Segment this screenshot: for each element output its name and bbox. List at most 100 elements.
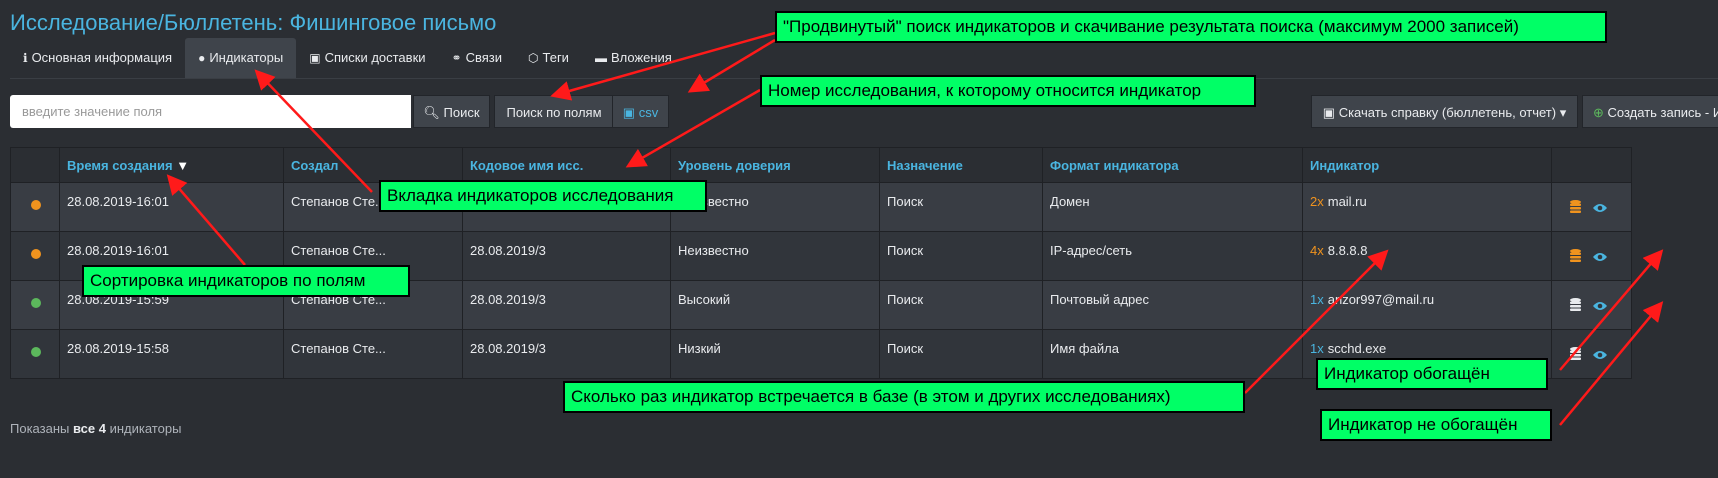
- page-title: Исследование/Бюллетень: Фишинговое письм…: [10, 10, 497, 35]
- search-button[interactable]: 🔍︎ Поиск: [413, 95, 490, 128]
- trust-level-cell: Высокий: [670, 280, 880, 330]
- download-report-button[interactable]: ▣ Скачать справку (бюллетень, отчет) ▾: [1311, 95, 1578, 128]
- eye-icon[interactable]: [1593, 299, 1607, 314]
- actions-column-header: [1551, 147, 1632, 183]
- sort-desc-icon: ▼: [176, 157, 190, 173]
- tab-bar: ℹ Основная информация ● Индикаторы ▣ Списки…: [10, 38, 685, 78]
- occurrence-count[interactable]: 1x: [1310, 292, 1324, 307]
- callout-occurrences: Сколько раз индикатор встречается в базе…: [563, 381, 1245, 413]
- link-icon: ⚭: [451, 51, 462, 65]
- eye-icon[interactable]: [1593, 250, 1607, 265]
- purpose-cell: Поиск: [879, 231, 1043, 281]
- plus-circle-icon: ⊕: [1593, 105, 1608, 120]
- status-cell: [10, 231, 60, 281]
- actions-cell: [1551, 280, 1632, 330]
- status-dot: [31, 249, 41, 259]
- database-not-enriched-icon[interactable]: [1570, 298, 1581, 314]
- callout-enriched: Индикатор обогащён: [1316, 358, 1548, 390]
- column-header-purpose[interactable]: Назначение: [879, 147, 1043, 183]
- tag-icon: ⬡: [528, 51, 539, 65]
- tab-indicators[interactable]: ● Индикаторы: [185, 38, 297, 78]
- column-header-trust-level[interactable]: Уровень доверия: [670, 147, 880, 183]
- trust-level-cell: Неизвестно: [670, 231, 880, 281]
- tab-label: Связи: [465, 50, 503, 65]
- actions-cell: [1551, 329, 1632, 379]
- actions-cell: [1551, 182, 1632, 232]
- caret-down-icon: ▾: [1556, 105, 1567, 120]
- callout-research-number: Номер исследования, к которому относится…: [760, 75, 1256, 107]
- code-name-cell[interactable]: 28.08.2019/3: [462, 231, 671, 281]
- results-summary: Показаны все 4 индикаторы: [10, 421, 182, 436]
- purpose-cell: Поиск: [879, 182, 1043, 232]
- tab-label: Списки доставки: [324, 50, 426, 65]
- tab-label: Основная информация: [31, 50, 173, 65]
- indicator-value[interactable]: anzor997@mail.ru: [1328, 292, 1434, 307]
- callout-not-enriched: Индикатор не обогащён: [1320, 409, 1552, 441]
- indicator-format-cell: Имя файла: [1042, 329, 1303, 379]
- column-header-created-time[interactable]: Время создания ▼: [59, 147, 284, 183]
- contact-card-icon: ▣: [309, 51, 321, 65]
- column-header-author[interactable]: Создал: [283, 147, 463, 183]
- code-name-cell[interactable]: 28.08.2019/3: [462, 280, 671, 330]
- tab-basic-info[interactable]: ℹ Основная информация: [10, 38, 185, 78]
- column-header-indicator[interactable]: Индикатор: [1302, 147, 1552, 183]
- trust-level-cell: Низкий: [670, 329, 880, 379]
- search-input[interactable]: [10, 95, 411, 128]
- indicator-format-cell: IP-адрес/сеть: [1042, 231, 1303, 281]
- database-enriched-icon[interactable]: [1570, 249, 1581, 265]
- table-row[interactable]: 28.08.2019-16:01Степанов Сте...28.08.201…: [10, 182, 1632, 232]
- occurrence-count[interactable]: 2x: [1310, 194, 1324, 209]
- search-by-fields-button[interactable]: Поиск по полям: [494, 95, 614, 128]
- folder-icon: ▬: [594, 51, 607, 65]
- eye-icon[interactable]: [1593, 348, 1607, 363]
- tab-delivery-lists[interactable]: ▣ Списки доставки: [296, 38, 438, 78]
- search-icon: 🔍︎: [423, 105, 444, 120]
- indicator-value[interactable]: mail.ru: [1328, 194, 1367, 209]
- column-header-indicator-format[interactable]: Формат индикатора: [1042, 147, 1303, 183]
- eye-icon[interactable]: [1593, 201, 1607, 216]
- table-header-row: Время создания ▼ Создал Кодовое имя исс.…: [10, 147, 1632, 183]
- tab-links[interactable]: ⚭ Связи: [439, 38, 515, 78]
- indicator-value[interactable]: scchd.exe: [1328, 341, 1387, 356]
- code-name-cell[interactable]: 28.08.2019/3: [462, 329, 671, 379]
- occurrence-count[interactable]: 4x: [1310, 243, 1324, 258]
- status-dot: [31, 347, 41, 357]
- occurrence-count[interactable]: 1x: [1310, 341, 1324, 356]
- status-cell: [10, 329, 60, 379]
- created-time-cell: 28.08.2019-15:58: [59, 329, 284, 379]
- callout-advanced-search: "Продвинутый" поиск индикаторов и скачив…: [775, 11, 1607, 43]
- tab-label: Теги: [542, 50, 569, 65]
- status-column-header: [10, 147, 60, 183]
- indicator-cell[interactable]: 4x 8.8.8.8: [1302, 231, 1552, 281]
- create-record-button[interactable]: ⊕ Создать запись - И: [1582, 95, 1718, 128]
- indicator-cell[interactable]: 1x anzor997@mail.ru: [1302, 280, 1552, 330]
- bomb-icon: ●: [198, 51, 206, 65]
- indicator-value[interactable]: 8.8.8.8: [1328, 243, 1368, 258]
- callout-sorting: Сортировка индикаторов по полям: [82, 265, 410, 297]
- tab-attachments[interactable]: ▬ Вложения: [582, 38, 685, 78]
- status-dot: [31, 298, 41, 308]
- tab-tags[interactable]: ⬡ Теги: [515, 38, 582, 78]
- purpose-cell: Поиск: [879, 329, 1043, 379]
- csv-download-button[interactable]: ▣ csv: [612, 95, 669, 128]
- indicator-format-cell: Почтовый адрес: [1042, 280, 1303, 330]
- status-dot: [31, 200, 41, 210]
- indicator-cell[interactable]: 2x mail.ru: [1302, 182, 1552, 232]
- database-enriched-icon[interactable]: [1570, 200, 1581, 216]
- save-icon: ▣: [622, 105, 639, 120]
- status-cell: [10, 182, 60, 232]
- tab-label: Индикаторы: [209, 50, 284, 65]
- status-cell: [10, 280, 60, 330]
- actions-cell: [1551, 231, 1632, 281]
- database-not-enriched-icon[interactable]: [1570, 347, 1581, 363]
- column-header-code-name[interactable]: Кодовое имя исс.: [462, 147, 671, 183]
- callout-indicators-tab: Вкладка индикаторов исследования: [379, 180, 707, 212]
- info-icon: ℹ: [23, 51, 28, 65]
- created-time-cell: 28.08.2019-16:01: [59, 182, 284, 232]
- indicators-table: Время создания ▼ Создал Кодовое имя исс.…: [10, 147, 1632, 379]
- indicator-format-cell: Домен: [1042, 182, 1303, 232]
- purpose-cell: Поиск: [879, 280, 1043, 330]
- save-icon: ▣: [1322, 105, 1339, 120]
- author-cell: Степанов Сте...: [283, 329, 463, 379]
- tab-label: Вложения: [610, 50, 672, 65]
